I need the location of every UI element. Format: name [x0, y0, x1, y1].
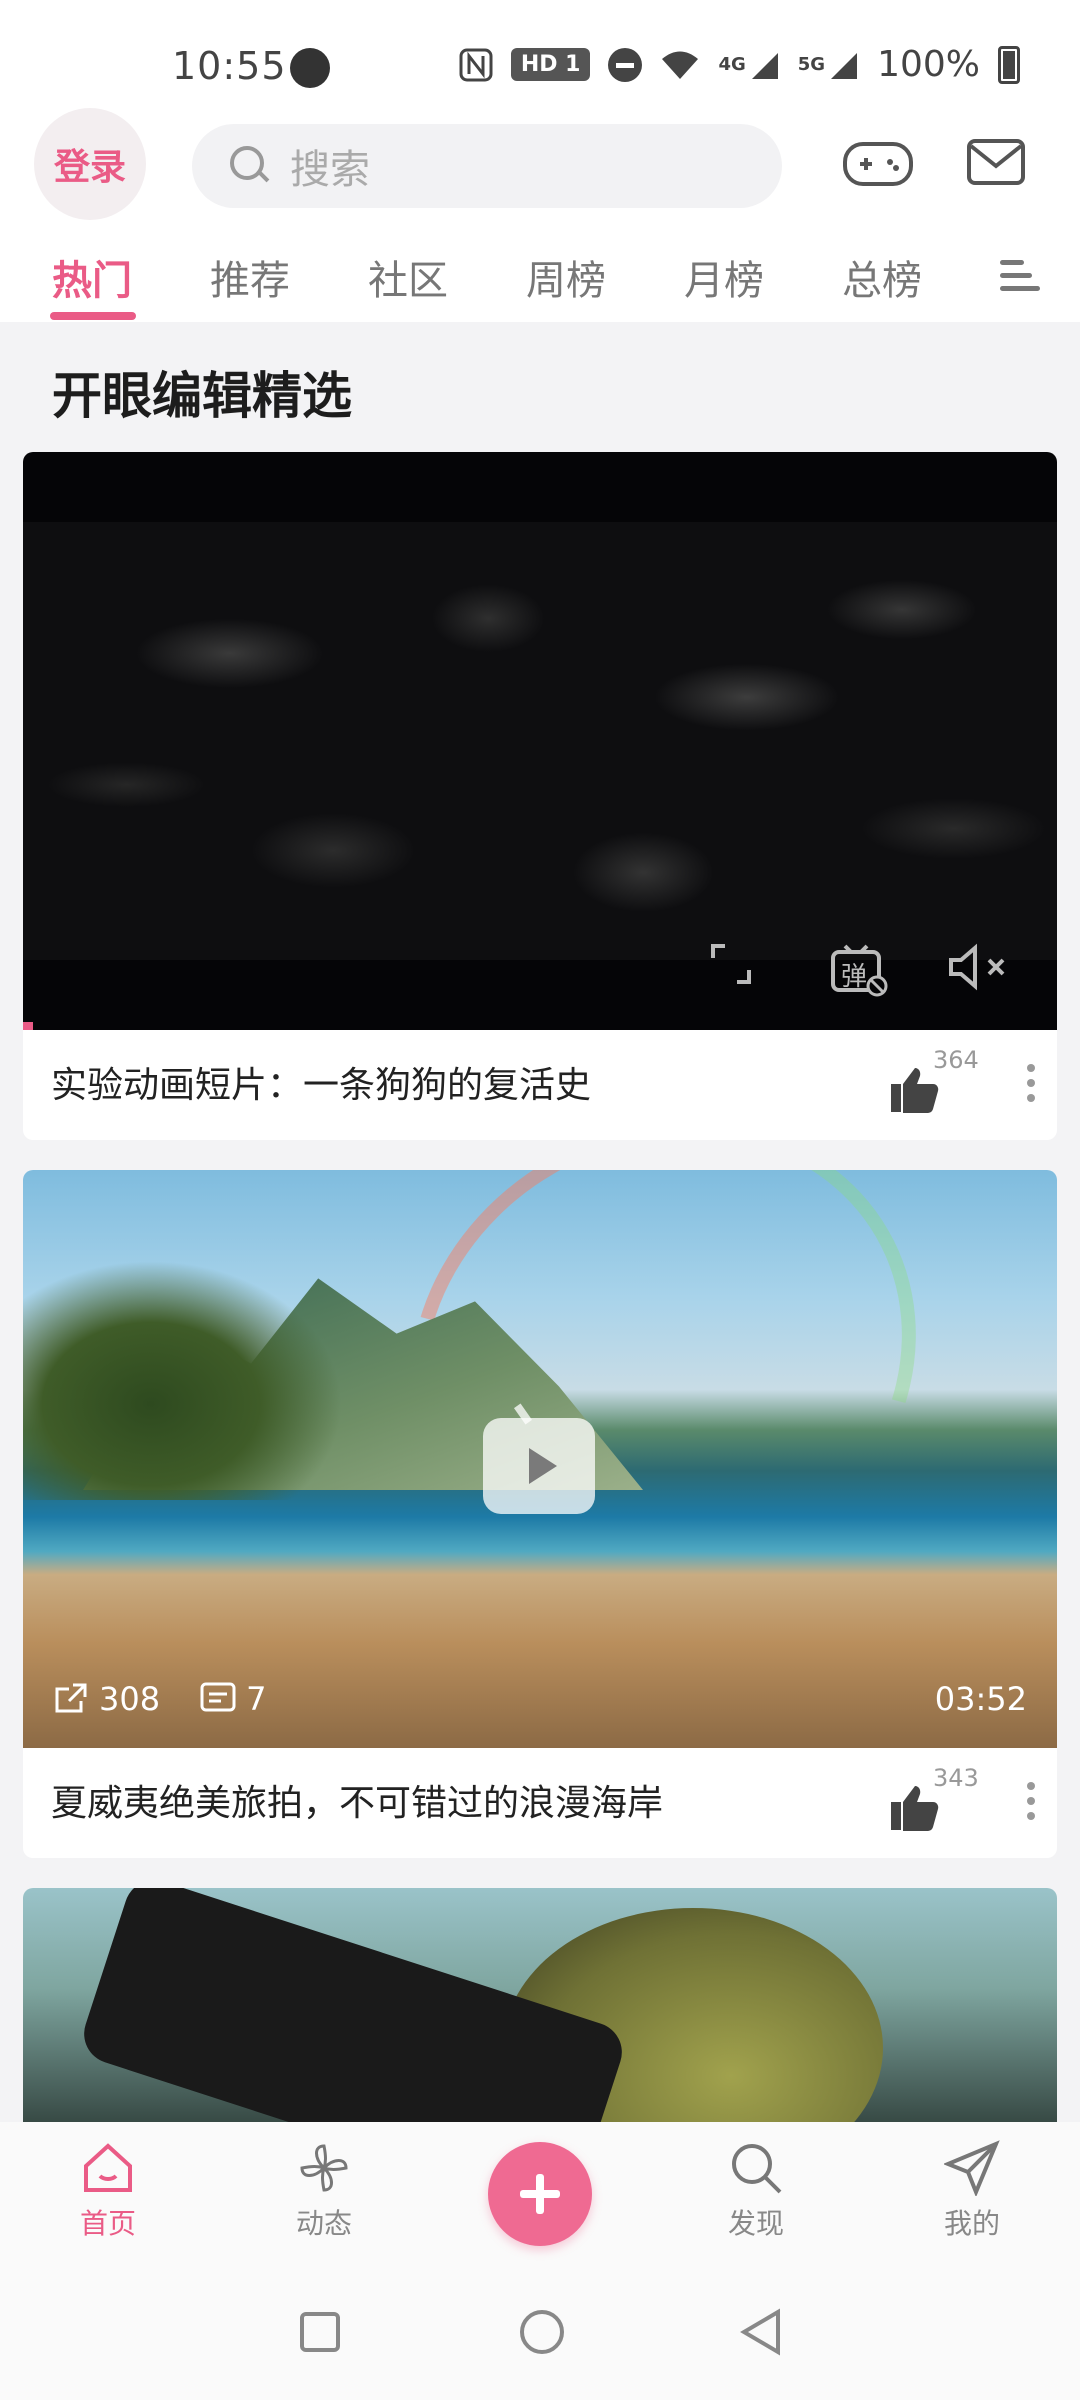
network-5g-label: 5G: [797, 54, 826, 75]
dnd-icon: [608, 47, 643, 82]
top-header: 登录 搜索 热门 推荐 社区 周榜 月榜 总榜: [0, 108, 1080, 322]
play-icon[interactable]: [483, 1418, 595, 1514]
battery-icon: [998, 45, 1020, 84]
video-thumbnail[interactable]: 308 7 03:52: [23, 1170, 1057, 1748]
signal-5g-icon: [831, 52, 858, 79]
search-icon: [732, 2144, 782, 2194]
video-stats: 308 7: [53, 1680, 306, 1718]
gamepad-icon[interactable]: [842, 138, 914, 190]
nav-discover-label: 发现: [727, 2207, 784, 2240]
share-count: 308: [99, 1680, 161, 1718]
status-time: 10:55: [172, 44, 287, 88]
camera-graphic: [76, 1888, 630, 2138]
tab-hot[interactable]: 热门: [52, 248, 132, 306]
video-card[interactable]: 弹 实验动画短片：一条狗狗的复活史 364: [23, 452, 1057, 1140]
pinwheel-icon: [300, 2144, 348, 2192]
mute-icon[interactable]: [947, 942, 1013, 992]
category-tabs: 热门 推荐 社区 周榜 月榜 总榜: [0, 248, 1080, 322]
nav-feed[interactable]: 动态: [264, 2140, 384, 2242]
tab-recommend[interactable]: 推荐: [210, 248, 290, 306]
video-thumbnail[interactable]: [23, 1888, 1057, 2138]
comment-count: 7: [246, 1680, 267, 1718]
paper-plane-icon: [944, 2140, 1000, 2196]
nav-home[interactable]: 首页: [48, 2140, 168, 2242]
search-bar[interactable]: 搜索: [192, 124, 782, 208]
video-title[interactable]: 夏威夷绝美旅拍，不可错过的浪漫海岸: [51, 1774, 663, 1826]
trees-graphic: [23, 1260, 343, 1500]
video-card[interactable]: [23, 1888, 1057, 2138]
recents-icon[interactable]: [300, 2312, 340, 2352]
battery-percent: 100%: [877, 44, 980, 85]
section-title: 开眼编辑精选: [52, 367, 352, 425]
app-notification-icon: [290, 48, 330, 88]
danmu-toggle[interactable]: 弹: [829, 942, 889, 998]
share-stat: 308: [53, 1680, 160, 1718]
like-button[interactable]: 364: [889, 1046, 1009, 1116]
nav-home-label: 首页: [79, 2207, 136, 2240]
search-icon: [228, 144, 272, 188]
status-bar: 10:55 HD 1 4G 5G 100%: [0, 0, 1080, 120]
system-navigation-bar: [0, 2272, 1080, 2400]
nav-profile-label: 我的: [943, 2207, 1000, 2240]
nav-profile[interactable]: 我的: [912, 2140, 1032, 2242]
home-icon: [84, 2143, 132, 2192]
danmu-label: 弹: [841, 962, 868, 992]
status-icons: HD 1 4G 5G 100%: [459, 44, 1020, 85]
tab-menu-icon[interactable]: [1000, 260, 1040, 296]
signal-4g-icon: [751, 52, 778, 79]
video-progress-bar[interactable]: [23, 1022, 33, 1030]
login-button[interactable]: 登录: [34, 108, 146, 220]
video-player[interactable]: 弹: [23, 452, 1057, 1030]
mail-icon[interactable]: [966, 138, 1026, 186]
nav-feed-label: 动态: [295, 2207, 352, 2240]
search-placeholder: 搜索: [290, 147, 370, 193]
create-post-button[interactable]: [488, 2142, 592, 2246]
share-icon: [55, 1683, 87, 1713]
video-title[interactable]: 实验动画短片：一条狗狗的复活史: [51, 1056, 591, 1108]
video-frame: [23, 522, 1057, 960]
nav-discover[interactable]: 发现: [696, 2140, 816, 2242]
video-duration: 03:52: [934, 1680, 1027, 1718]
tab-community[interactable]: 社区: [368, 248, 448, 306]
comment-stat: 7: [200, 1680, 266, 1718]
app-root: 10:55 HD 1 4G 5G 100% 登录 搜索 热门 推荐 社区 周榜 …: [0, 0, 1080, 2400]
video-card[interactable]: 308 7 03:52 夏威夷绝美旅拍，不可错过的浪漫海岸 343: [23, 1170, 1057, 1858]
tab-all-time[interactable]: 总榜: [842, 248, 922, 306]
thumbs-up-icon: [891, 1786, 939, 1831]
back-icon[interactable]: [738, 2308, 782, 2356]
nfc-icon: [459, 48, 493, 81]
more-options-icon[interactable]: [1027, 1782, 1037, 1822]
wifi-icon: [662, 51, 699, 79]
network-4g-label: 4G: [718, 54, 746, 75]
hd-badge: HD 1: [510, 48, 591, 81]
bottom-navigation: 首页 动态 发现 我的: [0, 2122, 1080, 2272]
thumbs-up-icon: [891, 1068, 939, 1113]
active-tab-indicator: [50, 312, 136, 320]
like-button[interactable]: 343: [889, 1764, 1009, 1834]
fullscreen-icon[interactable]: [709, 942, 753, 986]
home-circle-icon[interactable]: [520, 2310, 564, 2354]
tab-weekly[interactable]: 周榜: [526, 248, 606, 306]
tab-monthly[interactable]: 月榜: [684, 248, 764, 306]
comment-icon: [200, 1682, 236, 1712]
more-options-icon[interactable]: [1027, 1064, 1037, 1104]
